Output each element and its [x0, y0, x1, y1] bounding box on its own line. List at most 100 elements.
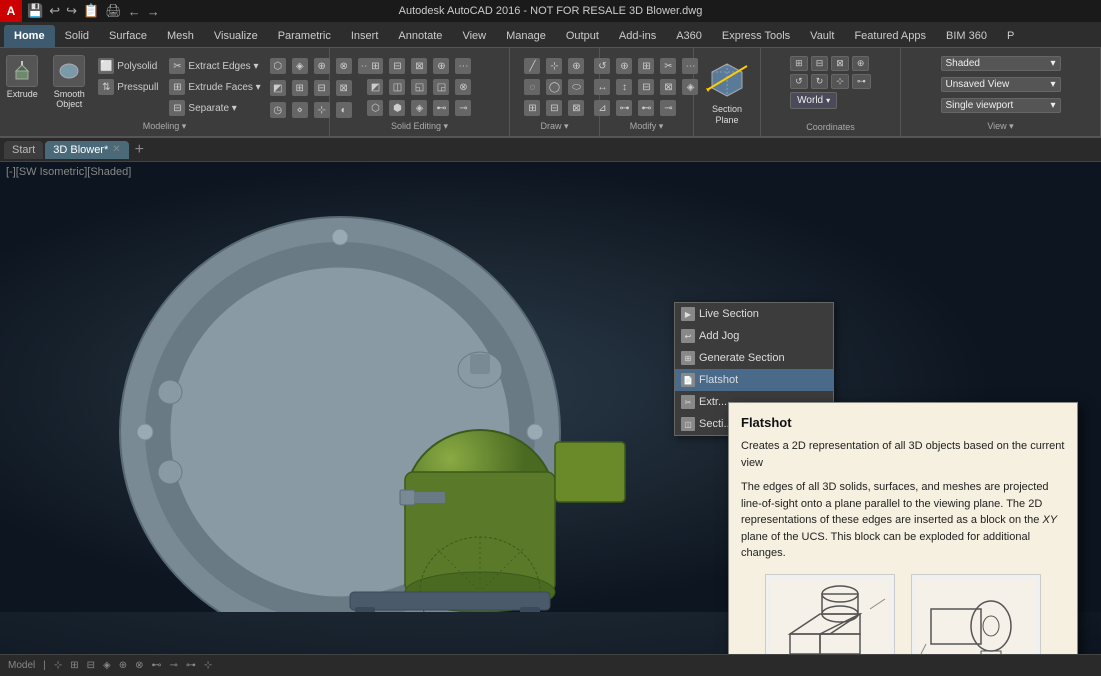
extrude-button[interactable]: Extrude [0, 52, 44, 102]
unsaved-view-select[interactable]: Unsaved View ▾ [941, 77, 1061, 92]
dropdown-add-jog[interactable]: ↩ Add Jog [675, 325, 833, 347]
tab-featured-apps[interactable]: Featured Apps [844, 25, 936, 47]
dropdown-live-section[interactable]: ▶ Live Section [675, 303, 833, 325]
se10[interactable]: ⊗ [453, 77, 473, 97]
status-ducs[interactable]: ⊷ [152, 660, 162, 671]
d5[interactable]: ◯ [544, 77, 564, 97]
se5[interactable]: ⋯ [453, 56, 473, 76]
tab-bim360[interactable]: BIM 360 [936, 25, 997, 47]
mesh-icon7[interactable]: ⊞ [290, 78, 310, 98]
tab-close-button[interactable]: ✕ [112, 144, 120, 155]
mesh-icon1[interactable]: ⬡ [268, 56, 288, 76]
polysolid-button[interactable]: ⬜ Polysolid [94, 56, 162, 76]
coord-btn1[interactable]: ⊞ [790, 56, 808, 71]
qa-redo[interactable]: ↪ [64, 2, 79, 20]
m12[interactable]: ⊶ [614, 98, 634, 118]
coord-btn2[interactable]: ⊟ [811, 56, 829, 71]
coord-btn5[interactable]: ↺ [790, 74, 808, 89]
status-grid[interactable]: ⊞ [70, 660, 78, 671]
separate-button[interactable]: ⊟ Separate ▾ [165, 98, 264, 118]
coord-btn7[interactable]: ⊹ [831, 74, 849, 89]
tab-annotate[interactable]: Annotate [388, 25, 452, 47]
status-dyn[interactable]: ⊸ [170, 660, 178, 671]
mesh-icon10[interactable]: ◷ [268, 100, 288, 120]
dropdown-flatshot[interactable]: 📄 Flatshot [675, 369, 833, 391]
tab-start[interactable]: Start [4, 141, 43, 159]
m7[interactable]: ↕ [614, 77, 634, 97]
tab-express-tools[interactable]: Express Tools [712, 25, 800, 47]
tab-addins[interactable]: Add-ins [609, 25, 666, 47]
status-lw[interactable]: ⊶ [186, 660, 196, 671]
viewport-select[interactable]: Single viewport ▾ [941, 98, 1061, 113]
extract-edges-button[interactable]: ✂ Extract Edges ▾ [165, 56, 264, 76]
m14[interactable]: ⊸ [658, 98, 678, 118]
tab-home[interactable]: Home [4, 25, 55, 47]
tab-manage[interactable]: Manage [496, 25, 556, 47]
status-osnap[interactable]: ⊕ [119, 660, 127, 671]
qa-back[interactable]: ← [126, 3, 143, 20]
mesh-icon2[interactable]: ◈ [290, 56, 310, 76]
m4[interactable]: ✂ [658, 56, 678, 76]
tab-mesh[interactable]: Mesh [157, 25, 204, 47]
status-otrack[interactable]: ⊗ [135, 660, 143, 671]
se3[interactable]: ⊠ [409, 56, 429, 76]
m9[interactable]: ⊠ [658, 77, 678, 97]
se15[interactable]: ⊸ [453, 98, 473, 118]
world-dropdown[interactable]: World ▾ [790, 92, 837, 109]
d9[interactable]: ⊠ [566, 98, 586, 118]
tab-visualize[interactable]: Visualize [204, 25, 268, 47]
status-tp[interactable]: ⊹ [204, 660, 212, 671]
d7[interactable]: ⊞ [522, 98, 542, 118]
d8[interactable]: ⊟ [544, 98, 564, 118]
coord-btn3[interactable]: ⊠ [831, 56, 849, 71]
coord-btn6[interactable]: ↻ [811, 74, 829, 89]
d4[interactable]: ◌ [522, 77, 542, 97]
tab-a360[interactable]: A360 [666, 25, 712, 47]
mesh-icon11[interactable]: ⋄ [290, 100, 310, 120]
qa-print[interactable]: 🖨 [103, 2, 124, 20]
coord-btn4[interactable]: ⊕ [852, 56, 870, 71]
d1[interactable]: ╱ [522, 56, 542, 76]
m3[interactable]: ⊞ [636, 56, 656, 76]
m2[interactable]: ⊕ [614, 56, 634, 76]
tab-p[interactable]: P [997, 25, 1024, 47]
m13[interactable]: ⊷ [636, 98, 656, 118]
canvas-area[interactable]: [-][SW Isometric][Shaded] ▶ Live Section… [0, 162, 1101, 654]
se13[interactable]: ◈ [409, 98, 429, 118]
se12[interactable]: ⬢ [387, 98, 407, 118]
extrude-faces-button[interactable]: ⊞ Extrude Faces ▾ [165, 77, 264, 97]
qa-copy[interactable]: 📋 [81, 2, 101, 20]
tab-solid[interactable]: Solid [55, 25, 99, 47]
tab-insert[interactable]: Insert [341, 25, 389, 47]
se14[interactable]: ⊷ [431, 98, 451, 118]
d3[interactable]: ⊕ [566, 56, 586, 76]
status-polar[interactable]: ◈ [103, 660, 111, 671]
se6[interactable]: ◩ [365, 77, 385, 97]
mesh-icon6[interactable]: ◩ [268, 78, 288, 98]
new-tab-button[interactable]: + [131, 141, 148, 159]
m11[interactable]: ⊿ [592, 98, 612, 118]
tab-vault[interactable]: Vault [800, 25, 844, 47]
ribbon-group-section-plane[interactable]: SectionPlane [694, 48, 761, 136]
tab-output[interactable]: Output [556, 25, 609, 47]
se1[interactable]: ⊞ [365, 56, 385, 76]
qa-forward[interactable]: → [145, 3, 162, 20]
status-snap[interactable]: ⊹ [54, 660, 62, 671]
se4[interactable]: ⊕ [431, 56, 451, 76]
qa-undo[interactable]: ↩ [47, 2, 62, 20]
tab-surface[interactable]: Surface [99, 25, 157, 47]
status-ortho[interactable]: ⊟ [87, 660, 95, 671]
mesh-icon3[interactable]: ⊕ [312, 56, 332, 76]
tab-parametric[interactable]: Parametric [268, 25, 341, 47]
m1[interactable]: ↺ [592, 56, 612, 76]
shaded-select[interactable]: Shaded ▾ [941, 56, 1061, 71]
smooth-object-button[interactable]: SmoothObject [47, 52, 91, 112]
tab-view[interactable]: View [452, 25, 496, 47]
se11[interactable]: ⬡ [365, 98, 385, 118]
se9[interactable]: ◲ [431, 77, 451, 97]
presspull-button[interactable]: ⇅ Presspull [94, 77, 162, 97]
d2[interactable]: ⊹ [544, 56, 564, 76]
coord-btn8[interactable]: ⊶ [852, 74, 871, 89]
mesh-icon8[interactable]: ⊟ [312, 78, 332, 98]
dropdown-generate-section[interactable]: ⊞ Generate Section [675, 347, 833, 369]
